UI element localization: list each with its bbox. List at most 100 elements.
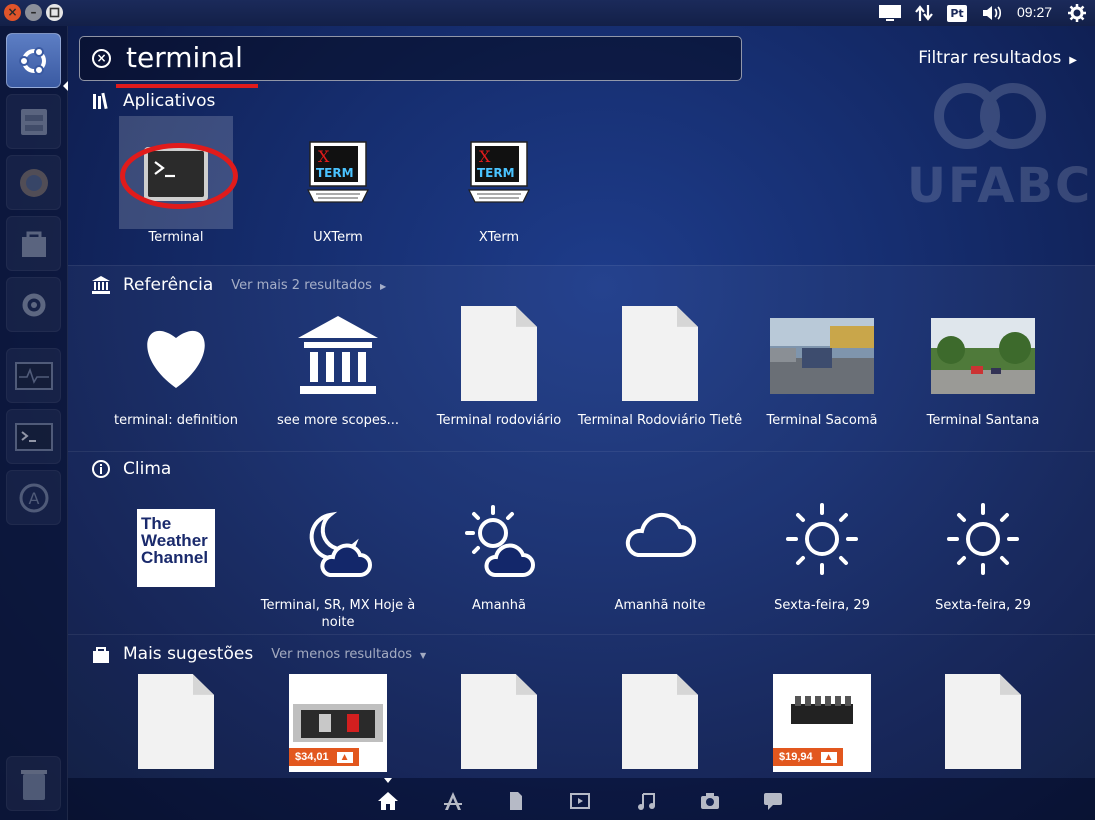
terminal-block-photo bbox=[791, 696, 853, 724]
reference-result-label: Terminal Sacomã bbox=[766, 413, 878, 428]
weather-result-label: Amanhã noite bbox=[614, 598, 706, 613]
firefox-icon bbox=[19, 168, 48, 197]
street-photo bbox=[931, 318, 1035, 394]
launcher-software-center-button[interactable] bbox=[6, 216, 61, 271]
software-updater-icon: A bbox=[19, 483, 48, 512]
category-title-reference: Referência bbox=[123, 275, 214, 295]
ufabc-watermark: UFABC bbox=[895, 60, 1090, 220]
svg-text:A: A bbox=[28, 489, 39, 508]
price-label: $19,94 bbox=[779, 751, 813, 763]
speaker-terminal-photo bbox=[293, 704, 383, 742]
search-highlight-underline bbox=[116, 84, 258, 88]
app-result-label: Terminal bbox=[148, 230, 204, 245]
search-query[interactable]: terminal bbox=[126, 41, 243, 74]
sun-cloud-icon bbox=[465, 505, 535, 577]
launcher-firefox-button[interactable] bbox=[6, 155, 61, 210]
weather-result-label: Terminal, SR, MX Hoje à noite bbox=[260, 598, 416, 630]
watermark-text: UFABC bbox=[907, 158, 1093, 214]
show-fewer-results-button[interactable]: Ver menos resultados ▼ bbox=[271, 647, 426, 662]
clear-search-icon[interactable]: × bbox=[92, 49, 111, 68]
minimize-window-button[interactable]: – bbox=[25, 4, 42, 21]
launcher-active-arrow bbox=[63, 81, 68, 91]
cart-icon: ▲ bbox=[336, 751, 353, 763]
books-icon bbox=[90, 90, 112, 112]
show-more-label: Ver mais 2 resultados bbox=[231, 277, 372, 293]
document-icon bbox=[945, 674, 1021, 769]
music-lens-icon[interactable] bbox=[635, 790, 657, 812]
category-header-weather: Clima bbox=[90, 457, 171, 481]
sun-icon bbox=[786, 503, 858, 575]
launcher-trash-button[interactable] bbox=[6, 756, 61, 811]
app-result-label: XTerm bbox=[478, 230, 520, 245]
top-panel: × – Pt 09:27 bbox=[0, 0, 1095, 26]
reference-result-label: Terminal Santana bbox=[926, 413, 1040, 428]
category-header-apps: Aplicativos bbox=[90, 89, 215, 113]
clock[interactable]: 09:27 bbox=[1017, 4, 1052, 20]
price-tag: $34,01 ▲ bbox=[289, 748, 359, 766]
xterm-icon: XTERM bbox=[468, 141, 530, 203]
keyboard-layout-indicator[interactable]: Pt bbox=[946, 3, 968, 23]
document-icon bbox=[622, 306, 698, 401]
document-icon bbox=[622, 674, 698, 769]
launcher-settings-button[interactable] bbox=[6, 277, 61, 332]
close-window-button[interactable]: × bbox=[4, 4, 21, 21]
xterm-x-glyph: X bbox=[318, 147, 330, 166]
display-indicator-icon[interactable] bbox=[877, 3, 903, 23]
minimize-icon: – bbox=[30, 5, 37, 19]
app-result-label: UXTerm bbox=[313, 230, 363, 245]
category-header-reference: Referência Ver mais 2 resultados ▶ bbox=[90, 273, 386, 297]
weather-result-label: Amanhã bbox=[472, 598, 526, 613]
document-icon bbox=[138, 674, 214, 769]
bank-icon bbox=[90, 274, 112, 296]
launcher-files-button[interactable] bbox=[6, 94, 61, 149]
launcher-system-monitor-button[interactable] bbox=[6, 348, 61, 403]
launcher-terminal-button[interactable] bbox=[6, 409, 61, 464]
svg-text:TERM: TERM bbox=[477, 166, 515, 180]
files-lens-icon[interactable] bbox=[505, 790, 527, 812]
terminal-icon bbox=[14, 422, 53, 451]
info-icon bbox=[90, 458, 112, 480]
document-icon bbox=[461, 674, 537, 769]
maximize-window-button[interactable] bbox=[46, 4, 63, 21]
social-lens-icon[interactable] bbox=[762, 790, 784, 812]
trash-icon bbox=[20, 769, 47, 800]
price-label: $34,01 bbox=[295, 751, 329, 763]
volume-indicator-icon[interactable] bbox=[980, 3, 1006, 23]
category-title-weather: Clima bbox=[123, 459, 172, 479]
applications-lens-icon[interactable] bbox=[442, 790, 464, 812]
reference-result-label: Terminal rodoviário bbox=[436, 413, 562, 428]
close-icon: × bbox=[7, 5, 18, 19]
home-lens-icon[interactable] bbox=[377, 790, 399, 812]
video-lens-icon[interactable] bbox=[569, 790, 591, 812]
sun-icon bbox=[947, 503, 1019, 575]
svg-text:TERM: TERM bbox=[316, 166, 354, 180]
network-indicator-icon[interactable] bbox=[912, 3, 936, 23]
document-icon bbox=[461, 306, 537, 401]
settings-gear-icon bbox=[22, 293, 45, 316]
launcher: A bbox=[0, 26, 68, 820]
search-field[interactable]: × terminal bbox=[79, 36, 742, 81]
heart-icon bbox=[147, 330, 205, 388]
show-fewer-label: Ver menos resultados bbox=[271, 646, 413, 662]
reference-result-label: terminal: definition bbox=[113, 413, 238, 428]
launcher-updates-button[interactable]: A bbox=[6, 470, 61, 525]
category-title-suggestions: Mais sugestões bbox=[123, 644, 254, 664]
language-indicator-label: Pt bbox=[947, 4, 967, 22]
shopping-bag-icon bbox=[21, 231, 46, 257]
system-monitor-icon bbox=[14, 361, 53, 390]
red-circle-annotation bbox=[120, 143, 238, 209]
moon-cloud-icon bbox=[309, 511, 372, 577]
reference-result-label: Terminal Rodoviário Tietê bbox=[577, 413, 743, 428]
svg-text:X: X bbox=[479, 147, 491, 166]
cloud-icon bbox=[625, 512, 696, 557]
reference-result-label: see more scopes... bbox=[276, 413, 399, 428]
category-header-suggestions: Mais sugestões Ver menos resultados ▼ bbox=[90, 642, 426, 666]
session-gear-icon[interactable] bbox=[1066, 3, 1088, 23]
photos-lens-icon[interactable] bbox=[699, 790, 721, 812]
chevron-right-icon: ▶ bbox=[379, 281, 387, 291]
show-more-results-button[interactable]: Ver mais 2 resultados ▶ bbox=[231, 278, 386, 293]
weather-result-label: Sexta-feira, 29 bbox=[774, 598, 870, 613]
product-thumbnail: $34,01 ▲ bbox=[289, 674, 387, 772]
launcher-dash-button[interactable] bbox=[6, 33, 61, 88]
category-title-apps: Aplicativos bbox=[123, 91, 216, 111]
